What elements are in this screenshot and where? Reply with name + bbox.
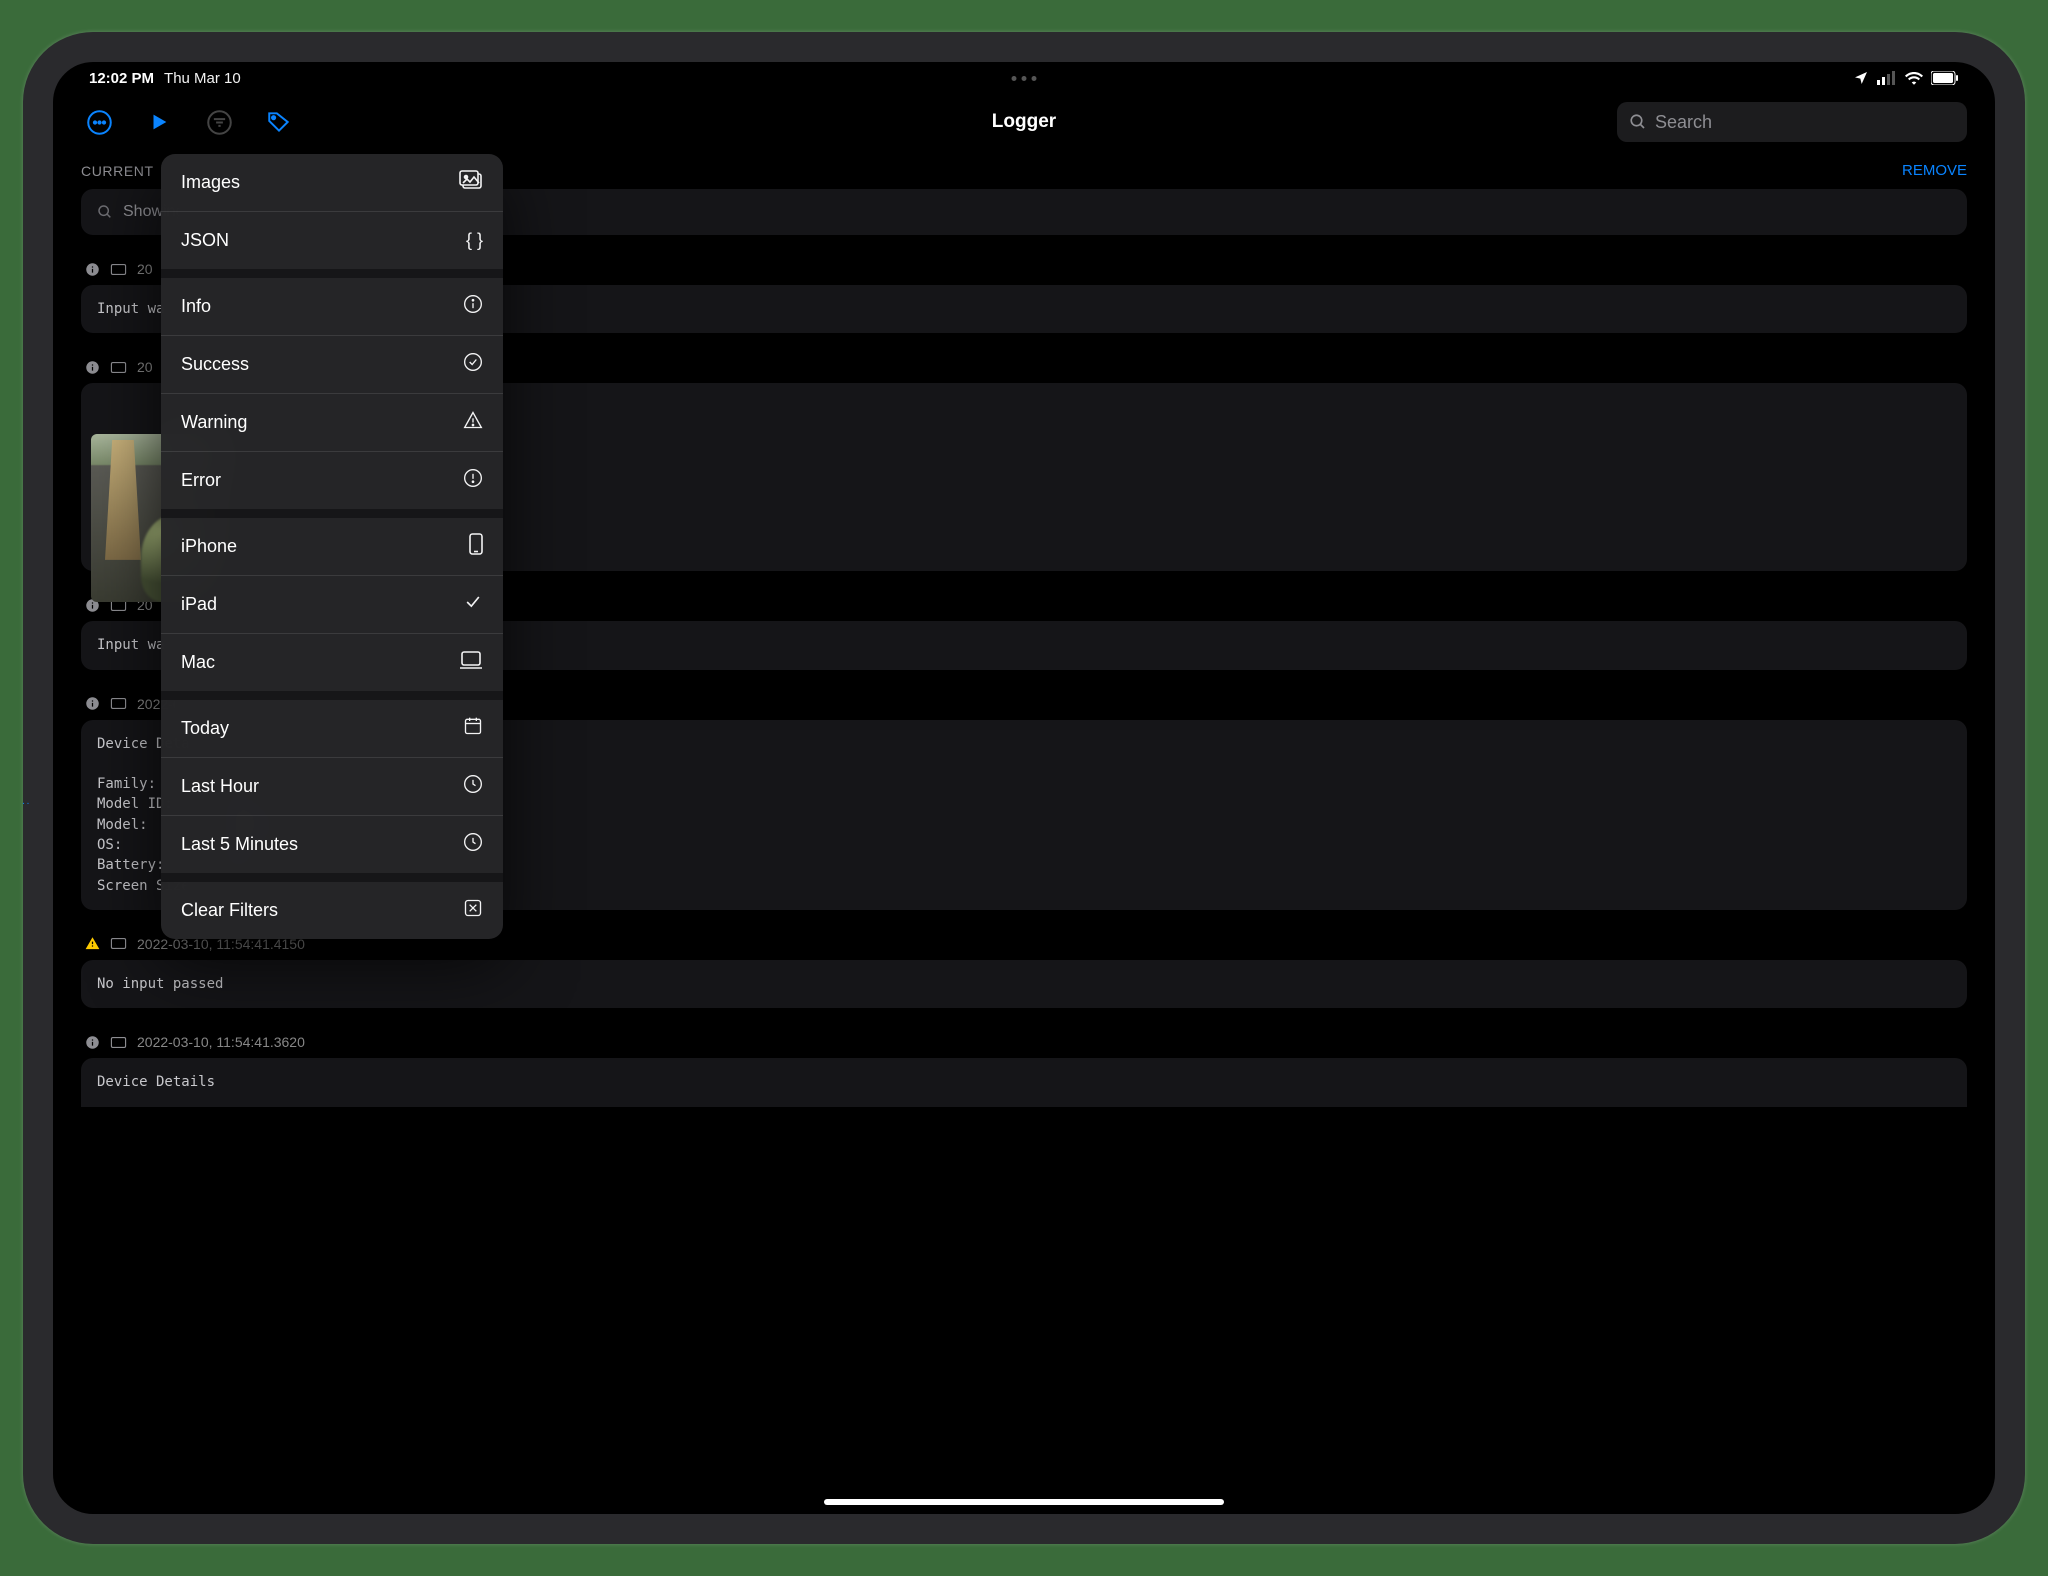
- info-icon: [85, 696, 100, 711]
- menu-item-json[interactable]: JSON { }: [161, 212, 503, 269]
- error-circle-icon: [463, 468, 483, 493]
- hardware-side-indicator: :: [23, 802, 31, 832]
- wifi-icon: [1905, 71, 1923, 85]
- calendar-icon: [463, 716, 483, 741]
- menu-label: JSON: [181, 230, 229, 251]
- menu-item-clear-filters[interactable]: Clear Filters: [161, 882, 503, 939]
- info-icon: [85, 1035, 100, 1050]
- info-icon: [85, 360, 100, 375]
- menu-item-images[interactable]: Images: [161, 154, 503, 211]
- check-circle-icon: [463, 352, 483, 377]
- images-icon: [459, 170, 483, 195]
- multitask-grabber[interactable]: [1012, 76, 1037, 81]
- log-body[interactable]: No input passed: [81, 960, 1967, 1008]
- menu-label: Today: [181, 718, 229, 739]
- mac-icon: [459, 650, 483, 675]
- menu-label: iPhone: [181, 536, 237, 557]
- checkmark-icon: [463, 592, 483, 617]
- menu-label: Clear Filters: [181, 900, 278, 921]
- device-icon: [110, 937, 127, 950]
- play-button[interactable]: [145, 108, 173, 136]
- menu-item-info[interactable]: Info: [161, 278, 503, 335]
- menu-label: iPad: [181, 594, 217, 615]
- menu-label: Last 5 Minutes: [181, 834, 298, 855]
- filter-menu: Images JSON { } Info: [161, 154, 503, 939]
- menu-label: Images: [181, 172, 240, 193]
- menu-item-last-5-minutes[interactable]: Last 5 Minutes: [161, 816, 503, 873]
- search-icon: [1629, 113, 1647, 131]
- menu-item-last-hour[interactable]: Last Hour: [161, 758, 503, 815]
- menu-label: Info: [181, 296, 211, 317]
- info-icon: [463, 294, 483, 319]
- toolbar: Logger Search: [53, 90, 1995, 154]
- current-filters-label: CURRENT: [81, 163, 154, 179]
- status-date: Thu Mar 10: [164, 70, 241, 87]
- screen: 12:02 PM Thu Mar 10: [53, 62, 1995, 1514]
- menu-item-iphone[interactable]: iPhone: [161, 518, 503, 575]
- device-icon: [110, 361, 127, 374]
- status-time: 12:02 PM: [89, 70, 154, 87]
- clock-icon: [463, 832, 483, 857]
- menu-item-ipad[interactable]: iPad: [161, 576, 503, 633]
- log-entry: 2022-03-10, 11:54:41.3620 Device Details: [81, 1034, 1967, 1106]
- device-icon: [110, 263, 127, 276]
- braces-icon: { }: [466, 230, 483, 251]
- menu-label: Warning: [181, 412, 247, 433]
- log-timestamp: 20: [137, 359, 153, 375]
- clock-icon: [463, 774, 483, 799]
- cellular-icon: [1877, 71, 1897, 85]
- menu-item-today[interactable]: Today: [161, 700, 503, 757]
- log-timestamp: 20: [137, 261, 153, 277]
- log-body[interactable]: Device Details: [81, 1058, 1967, 1106]
- filter-button[interactable]: [205, 108, 233, 136]
- menu-label: Mac: [181, 652, 215, 673]
- menu-label: Success: [181, 354, 249, 375]
- search-placeholder: Search: [1655, 112, 1712, 133]
- battery-icon: [1931, 71, 1959, 85]
- warning-icon: [85, 936, 100, 951]
- location-icon: [1853, 70, 1869, 86]
- page-title: Logger: [992, 111, 1056, 133]
- menu-item-error[interactable]: Error: [161, 452, 503, 509]
- status-bar: 12:02 PM Thu Mar 10: [53, 62, 1995, 90]
- warning-triangle-icon: [463, 410, 483, 435]
- content-area: CURRENT REMOVE Showing 20 Input wa: [53, 154, 1995, 1514]
- menu-item-mac[interactable]: Mac: [161, 634, 503, 691]
- menu-item-success[interactable]: Success: [161, 336, 503, 393]
- search-icon: [97, 204, 113, 220]
- clear-icon: [463, 898, 483, 923]
- tag-button[interactable]: [265, 108, 293, 136]
- remove-filters-button[interactable]: REMOVE: [1902, 162, 1967, 179]
- more-button[interactable]: [85, 108, 113, 136]
- search-input[interactable]: Search: [1617, 102, 1967, 142]
- menu-item-warning[interactable]: Warning: [161, 394, 503, 451]
- menu-label: Error: [181, 470, 221, 491]
- menu-label: Last Hour: [181, 776, 259, 797]
- device-icon: [110, 697, 127, 710]
- log-entry: 2022-03-10, 11:54:41.4150 No input passe…: [81, 936, 1967, 1008]
- iphone-icon: [469, 533, 483, 560]
- device-icon: [110, 1036, 127, 1049]
- log-timestamp: 2022-03-10, 11:54:41.3620: [137, 1034, 305, 1050]
- info-icon: [85, 262, 100, 277]
- home-indicator[interactable]: [824, 1499, 1224, 1505]
